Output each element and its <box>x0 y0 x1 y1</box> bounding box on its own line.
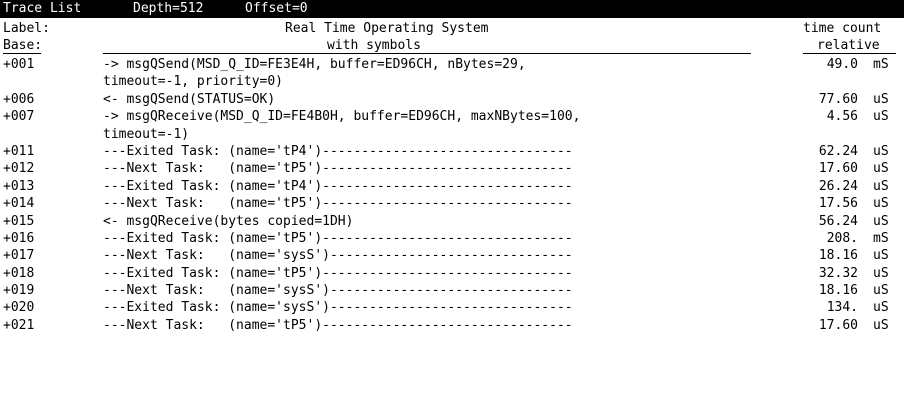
time-unit: uS <box>873 248 889 264</box>
time-unit: uS <box>873 300 889 316</box>
trace-row[interactable]: +001 -> msgQSend(MSD_Q_ID=FE3E4H, buffer=… <box>0 56 904 73</box>
trace-row[interactable]: timeout=-1, priority=0) <box>0 73 904 90</box>
trace-state-label: +011 <box>3 143 35 159</box>
description-column-subheader: with symbols <box>327 38 421 53</box>
description-underline <box>103 53 751 54</box>
time-unit: uS <box>873 283 889 299</box>
time-value: 77.60 <box>818 91 858 107</box>
time-value: 18.16 <box>818 283 858 299</box>
time-unit: uS <box>873 196 889 212</box>
trace-description: ---Next Task: (name='tP5')--------------… <box>103 196 573 212</box>
offset-readout: Offset=0 <box>245 1 308 16</box>
trace-state-label: +016 <box>3 230 35 246</box>
time-column-subheader: relative <box>817 38 880 53</box>
time-value: 62.24 <box>818 143 858 159</box>
trace-row[interactable]: +011 ---Exited Task: (name='tP4')--------… <box>0 143 904 160</box>
trace-state-label: +013 <box>3 178 35 194</box>
trace-description: ---Next Task: (name='tP5')--------------… <box>103 317 573 333</box>
time-unit: uS <box>873 265 889 281</box>
description-column-header: Real Time Operating System <box>285 21 489 36</box>
time-unit: uS <box>873 143 889 159</box>
time-unit: uS <box>873 213 889 229</box>
trace-state-label: +015 <box>3 213 35 229</box>
trace-description: ---Exited Task: (name='tP5')------------… <box>103 230 573 246</box>
time-value: 18.16 <box>818 248 858 264</box>
trace-description: -> msgQSend(MSD_Q_ID=FE3E4H, buffer=ED96… <box>103 57 526 72</box>
base-underline <box>3 53 41 54</box>
trace-row[interactable]: +012 ---Next Task: (name='tP5')----------… <box>0 160 904 177</box>
time-unit: uS <box>873 161 889 177</box>
time-unit: uS <box>873 317 889 333</box>
trace-row[interactable]: +020 ---Exited Task: (name='sysS')-------… <box>0 299 904 316</box>
trace-row[interactable]: +019 ---Next Task: (name='sysS')---------… <box>0 282 904 299</box>
trace-state-label: +007 <box>3 109 35 125</box>
trace-description: ---Exited Task: (name='tP4')------------… <box>103 178 573 194</box>
trace-state-label: +017 <box>3 248 35 264</box>
time-column-header: time count <box>803 21 882 36</box>
trace-state-label: +019 <box>3 283 35 299</box>
time-value: 17.60 <box>818 317 858 333</box>
window-title: Trace List <box>3 1 82 16</box>
trace-description: ---Next Task: (name='sysS')-------------… <box>103 283 573 299</box>
time-value: 56.24 <box>818 213 858 229</box>
time-value: 208. <box>826 230 858 246</box>
trace-list[interactable]: +001 -> msgQSend(MSD_Q_ID=FE3E4H, buffer=… <box>0 56 904 334</box>
label-column-header: Label: <box>3 21 50 36</box>
depth-readout: Depth=512 <box>133 1 204 16</box>
time-unit: uS <box>873 91 889 107</box>
trace-description: -> msgQReceive(MSD_Q_ID=FE4B0H, buffer=E… <box>103 109 581 125</box>
trace-row[interactable]: +017 ---Next Task: (name='sysS')---------… <box>0 247 904 264</box>
trace-row[interactable]: +013 ---Exited Task: (name='tP4')--------… <box>0 178 904 195</box>
trace-description: timeout=-1, priority=0) <box>103 74 284 90</box>
time-unit: uS <box>873 178 889 194</box>
trace-description: ---Exited Task: (name='tP4')------------… <box>103 143 573 159</box>
trace-row[interactable]: +021 ---Next Task: (name='tP5')----------… <box>0 317 904 334</box>
trace-row[interactable]: timeout=-1) <box>0 126 904 143</box>
trace-state-label: +001 <box>3 57 35 72</box>
trace-description: timeout=-1) <box>103 126 190 142</box>
trace-row[interactable]: +006 <- msgQSend(STATUS=OK) 77.60 uS <box>0 91 904 108</box>
time-unit: mS <box>873 230 889 246</box>
time-underline <box>803 53 896 54</box>
trace-row[interactable]: +018 ---Exited Task: (name='tP5')--------… <box>0 265 904 282</box>
time-value: 134. <box>826 300 858 316</box>
trace-description: ---Next Task: (name='sysS')-------------… <box>103 248 573 264</box>
trace-description: ---Exited Task: (name='sysS')-----------… <box>103 300 573 316</box>
trace-description: ---Exited Task: (name='tP5')------------… <box>103 265 573 281</box>
time-unit: mS <box>873 57 889 72</box>
time-value: 26.24 <box>818 178 858 194</box>
trace-state-label: +018 <box>3 265 35 281</box>
trace-row[interactable]: +016 ---Exited Task: (name='tP5')--------… <box>0 230 904 247</box>
trace-row[interactable]: +015 <- msgQReceive(bytes copied=1DH) 56.2… <box>0 213 904 230</box>
time-value: 49.0 <box>826 57 858 72</box>
title-bar: Trace List Depth=512 Offset=0 <box>0 0 904 18</box>
trace-state-label: +012 <box>3 161 35 177</box>
trace-description: <- msgQReceive(bytes copied=1DH) <box>103 213 354 229</box>
base-column-header: Base: <box>3 38 43 53</box>
trace-state-label: +021 <box>3 317 35 333</box>
trace-description: <- msgQSend(STATUS=OK) <box>103 91 276 107</box>
trace-state-label: +014 <box>3 196 35 212</box>
time-unit: uS <box>873 109 889 125</box>
trace-row[interactable]: +014 ---Next Task: (name='tP5')----------… <box>0 195 904 212</box>
time-value: 17.56 <box>818 196 858 212</box>
trace-state-label: +006 <box>3 91 35 107</box>
trace-row[interactable]: +007 -> msgQReceive(MSD_Q_ID=FE4B0H, buff… <box>0 108 904 125</box>
time-value: 17.60 <box>818 161 858 177</box>
time-value: 32.32 <box>818 265 858 281</box>
time-value: 4.56 <box>826 109 858 125</box>
trace-description: ---Next Task: (name='tP5')--------------… <box>103 161 573 177</box>
trace-state-label: +020 <box>3 300 35 316</box>
